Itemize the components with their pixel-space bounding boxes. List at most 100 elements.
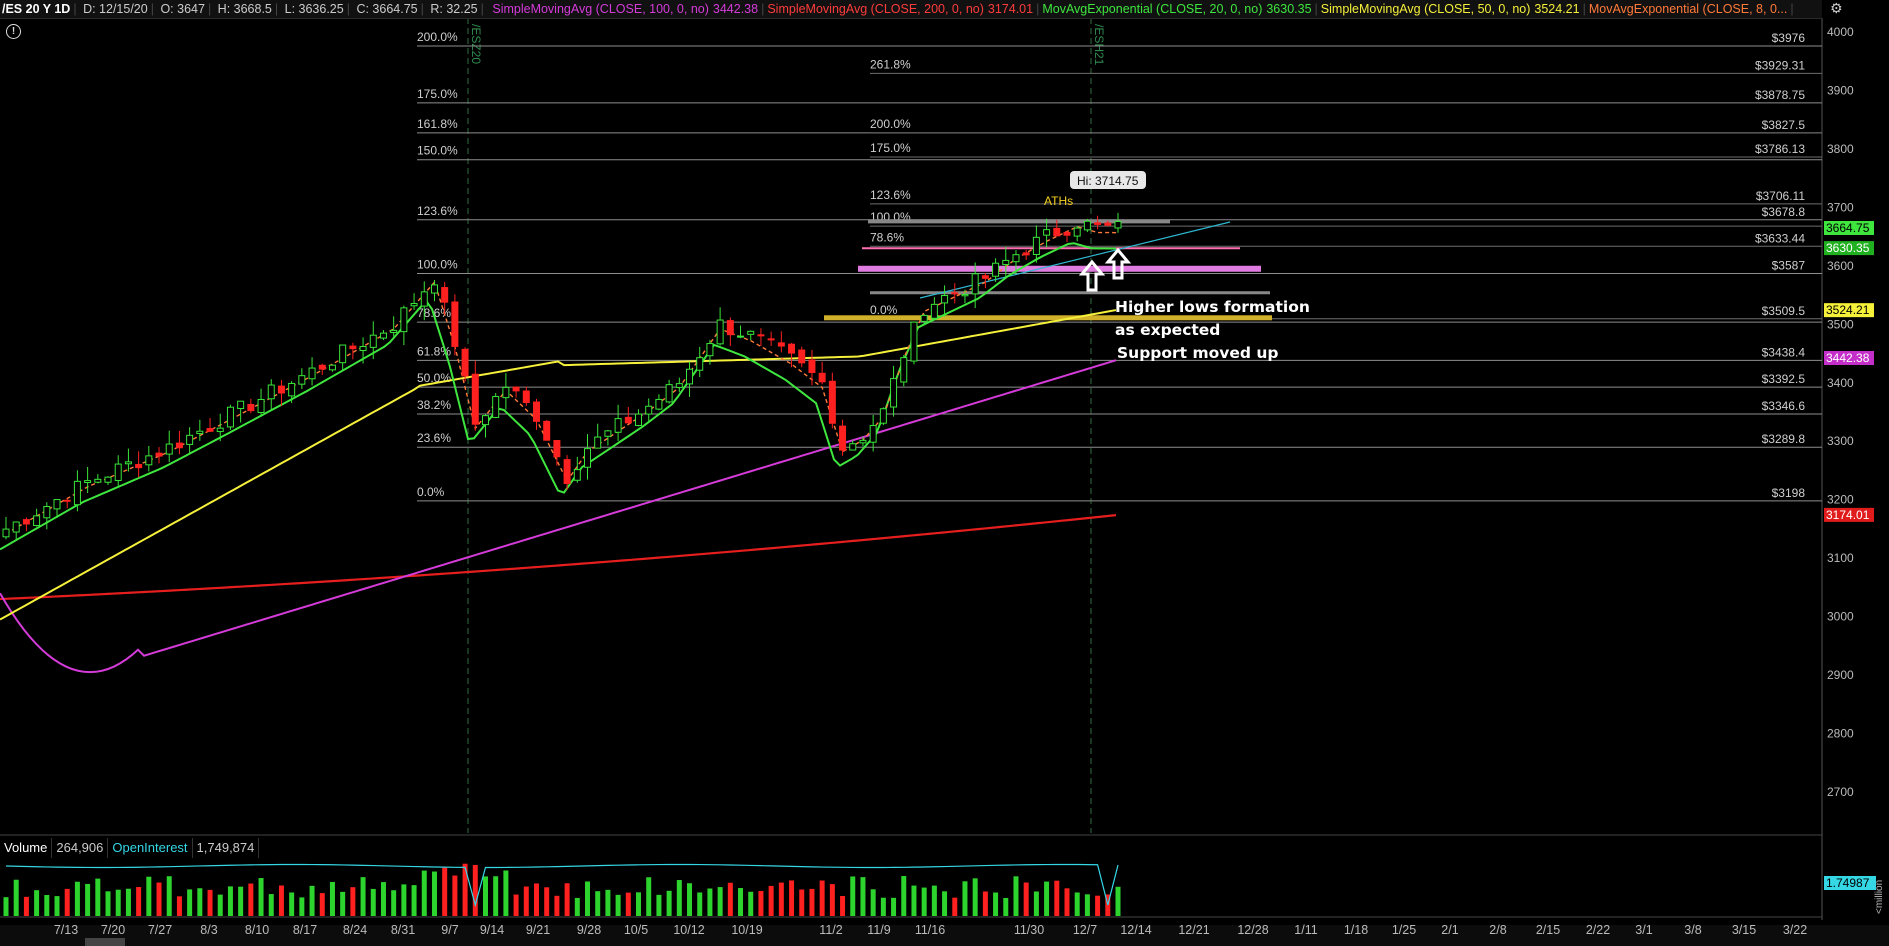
study-1-label[interactable]: SimpleMovingAvg (CLOSE, 100, 0, no) xyxy=(490,0,711,18)
candle-body xyxy=(635,413,643,427)
volume-bar xyxy=(1074,892,1080,916)
time-tick-label: 11/9 xyxy=(867,923,890,937)
volume-bar xyxy=(850,876,856,916)
volume-bar xyxy=(54,896,60,916)
volume-bar xyxy=(105,891,111,916)
study-3-label[interactable]: MovAvgExponential (CLOSE, 20, 0, no) xyxy=(1040,0,1264,18)
candle-body xyxy=(2,528,10,538)
study-2-label[interactable]: SimpleMovingAvg (CLOSE, 200, 0, no) xyxy=(765,0,986,18)
level-label: $3827.5 xyxy=(1762,118,1806,132)
volume-bar xyxy=(319,893,325,916)
candle-body xyxy=(1114,221,1122,229)
time-tick-label: 2/15 xyxy=(1536,923,1560,937)
study-1-value: 3442.38 xyxy=(712,2,759,16)
candle-body xyxy=(206,428,214,432)
volume-bar xyxy=(901,876,907,916)
candle-body xyxy=(808,359,816,374)
volume-bar xyxy=(809,888,815,916)
price-tick-label: 2800 xyxy=(1827,727,1854,741)
volume-bar xyxy=(646,877,652,916)
candle-body xyxy=(369,334,377,348)
candle-body xyxy=(604,430,612,437)
volume-bar xyxy=(687,883,693,916)
candle-body xyxy=(624,416,632,424)
high-label: H: 3668.5 xyxy=(217,2,272,16)
volume-bar xyxy=(411,885,417,916)
candle-body xyxy=(216,427,224,433)
volume-bar xyxy=(605,889,611,916)
candle-body xyxy=(420,291,428,307)
time-tick-label: 8/31 xyxy=(391,923,415,937)
price-tick-label: 3800 xyxy=(1827,142,1854,156)
study-4-label[interactable]: SimpleMovingAvg (CLOSE, 50, 0, no) xyxy=(1319,0,1533,18)
time-tick-label: 10/12 xyxy=(673,923,704,937)
fib-label-left: 38.2% xyxy=(417,398,451,412)
level-label: $3509.5 xyxy=(1762,304,1806,318)
fib-label-right: 78.6% xyxy=(870,230,904,244)
volume-label[interactable]: Volume xyxy=(0,838,53,858)
candle-body xyxy=(328,364,336,371)
price-tick-label: 3200 xyxy=(1827,493,1854,507)
ema-8-line xyxy=(5,225,1119,535)
settings-icon[interactable]: ⚙ xyxy=(1830,0,1848,18)
volume-bar xyxy=(952,897,958,916)
volume-bar xyxy=(840,896,846,916)
candle-body xyxy=(971,273,979,295)
candle-body xyxy=(43,506,51,519)
study-legend: SimpleMovingAvg (CLOSE, 100, 0, no) 3442.… xyxy=(490,0,1794,18)
scrollbar-thumb xyxy=(85,938,125,946)
volume-unit-label: <million xyxy=(1874,880,1885,914)
time-tick-label: 11/2 xyxy=(819,923,842,937)
candle-body xyxy=(706,343,714,357)
candle-body xyxy=(900,357,908,383)
oi-tag-label: 1.74987 xyxy=(1826,876,1870,890)
info-icon[interactable]: ! xyxy=(6,24,21,39)
candle-body xyxy=(379,332,387,339)
time-tick-label: 3/1 xyxy=(1635,923,1652,937)
volume-bar xyxy=(146,876,152,916)
chart-canvas[interactable]: /ESZ20/ESH21 200.0% 175.0% 161.8% 150.0% 123… xyxy=(0,0,1889,946)
volume-bar xyxy=(13,879,19,916)
candle-body xyxy=(992,262,1000,277)
close-label: C: 3664.75 xyxy=(356,2,418,16)
candle-body xyxy=(124,461,132,465)
volume-bar xyxy=(23,896,29,916)
volume-bar xyxy=(666,890,672,916)
fib-label-left: 200.0% xyxy=(417,30,458,44)
open-label: O: 3647 xyxy=(160,2,205,16)
level-label: $3929.31 xyxy=(1755,58,1805,72)
low-label: L: 3636.25 xyxy=(284,2,344,16)
candle-body xyxy=(1094,222,1102,225)
symbol-label[interactable]: /ES 20 Y 1D xyxy=(0,0,72,18)
volume-bar xyxy=(921,887,927,916)
level-label: $3786.13 xyxy=(1755,142,1805,156)
candle-body xyxy=(257,398,265,413)
volume-bar xyxy=(778,882,784,916)
fib-label-right: 200.0% xyxy=(870,117,911,131)
time-tick-label: 8/10 xyxy=(245,923,269,937)
candle-body xyxy=(471,373,479,425)
candle-body xyxy=(400,307,408,333)
volume-bar xyxy=(1003,897,1009,916)
volume-layer xyxy=(3,863,1121,916)
volume-bar xyxy=(64,888,70,916)
candle-body xyxy=(492,396,500,418)
candle-body xyxy=(818,372,826,383)
candle-body xyxy=(655,398,663,410)
study-4-value: 3524.21 xyxy=(1534,2,1580,16)
volume-bar xyxy=(156,882,162,916)
study-5-label[interactable]: MovAvgExponential (CLOSE, 8, 0... xyxy=(1587,0,1789,18)
time-tick-label: 3/22 xyxy=(1783,923,1807,937)
candle-body xyxy=(716,319,724,345)
price-tag-label: 3630.35 xyxy=(1826,241,1870,255)
fib-label-right: 175.0% xyxy=(870,141,911,155)
candle-body xyxy=(757,334,765,337)
open-interest-label[interactable]: OpenInterest xyxy=(108,838,193,858)
volume-bar xyxy=(462,863,468,916)
time-tick-label: 9/14 xyxy=(480,923,504,937)
time-tick-label: 11/16 xyxy=(915,923,945,937)
price-tick-label: 3300 xyxy=(1827,434,1854,448)
expiry-label: /ESH21 xyxy=(1092,24,1106,66)
time-tick-label: 12/7 xyxy=(1073,923,1097,937)
volume-bar xyxy=(380,882,386,916)
